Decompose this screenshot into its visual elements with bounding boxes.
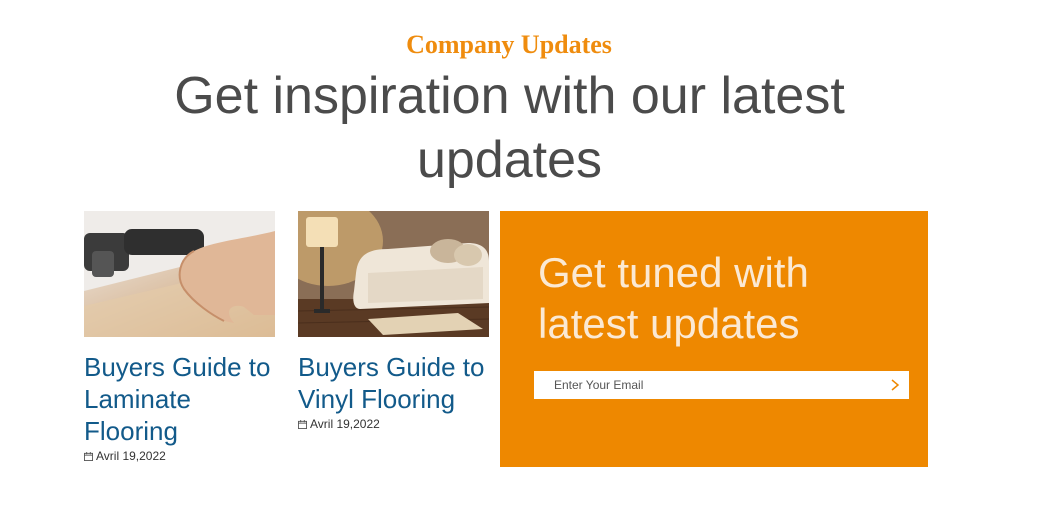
post-title-laminate[interactable]: Buyers Guide to Laminate Flooring <box>84 351 275 447</box>
section-eyebrow: Company Updates <box>406 30 612 59</box>
email-field-wrapper <box>534 371 909 399</box>
calendar-icon <box>298 419 307 429</box>
chevron-right-icon[interactable] <box>887 377 903 393</box>
post-card: Buyers Guide to Laminate Flooring Avril … <box>84 211 275 463</box>
post-date: Avril 19,2022 <box>96 449 166 463</box>
post-card: Buyers Guide to Vinyl Flooring Avril 19,… <box>298 211 489 431</box>
post-date: Avril 19,2022 <box>310 417 380 431</box>
post-image-laminate[interactable] <box>84 211 275 337</box>
post-title-vinyl[interactable]: Buyers Guide to Vinyl Flooring <box>298 351 489 415</box>
post-image-vinyl[interactable] <box>298 211 489 337</box>
section-headline: Get inspiration with our latest updates <box>174 67 845 189</box>
newsletter-panel: Get tuned with latest updates <box>500 211 928 467</box>
email-input[interactable] <box>554 371 874 399</box>
newsletter-title: Get tuned with latest updates <box>538 249 809 347</box>
post-meta: Avril 19,2022 <box>84 449 275 463</box>
calendar-icon <box>84 451 93 461</box>
post-meta: Avril 19,2022 <box>298 417 489 431</box>
